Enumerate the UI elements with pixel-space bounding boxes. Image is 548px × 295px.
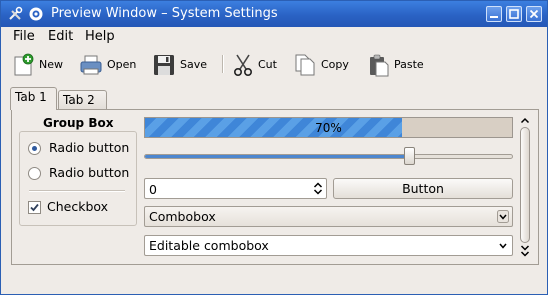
slider-fill: [145, 155, 410, 158]
copy-label: Copy: [321, 58, 349, 71]
radio-button-2-label[interactable]: Radio button: [49, 165, 129, 180]
save-floppy-icon: [154, 55, 174, 75]
new-label: New: [39, 58, 63, 71]
checkbox-label[interactable]: Checkbox: [47, 199, 108, 214]
minimize-icon: [490, 16, 498, 18]
checkmark-icon: [30, 203, 39, 212]
cut-button[interactable]: Cut: [231, 50, 281, 78]
group-box-title: Group Box: [41, 116, 116, 130]
menu-file[interactable]: File: [13, 29, 35, 44]
open-button[interactable]: Open: [79, 50, 141, 78]
maximize-button[interactable]: [506, 6, 522, 22]
tab-2[interactable]: Tab 2: [58, 90, 107, 110]
new-button[interactable]: New: [11, 50, 67, 78]
paste-clipboard-icon: [370, 54, 389, 77]
title-bar[interactable]: Preview Window – System Settings: [1, 1, 547, 27]
spin-arrows-icon[interactable]: [313, 180, 323, 197]
push-button[interactable]: Button: [333, 178, 513, 199]
menu-help[interactable]: Help: [85, 29, 115, 44]
combobox-value: Combobox: [149, 209, 216, 224]
toolbar-separator: [222, 55, 224, 73]
radio-button-1-label[interactable]: Radio button: [49, 140, 129, 155]
radio-button-2[interactable]: [28, 167, 41, 180]
spinbox-value[interactable]: 0: [149, 182, 157, 197]
scroll-up-icon[interactable]: [520, 116, 530, 125]
close-icon: [529, 9, 539, 19]
menu-edit[interactable]: Edit: [48, 29, 73, 44]
copy-button[interactable]: Copy: [293, 50, 353, 78]
scrollbar-thumb[interactable]: [520, 127, 530, 243]
tab-1[interactable]: Tab 1: [10, 87, 57, 110]
scissors-icon: [233, 54, 253, 77]
maximize-icon: [509, 9, 519, 19]
save-button[interactable]: Save: [152, 50, 212, 78]
group-separator: [29, 190, 125, 192]
progress-text: 70%: [315, 121, 342, 135]
progress-bar: 70%: [144, 117, 513, 138]
vertical-scrollbar[interactable]: [518, 116, 532, 259]
scroll-down-icon[interactable]: [520, 243, 530, 259]
window-title: Preview Window – System Settings: [51, 6, 278, 21]
toolbar: New Open Save Cut Copy Paste: [1, 47, 547, 81]
chevron-down-icon[interactable]: [497, 210, 509, 223]
editable-combobox-value[interactable]: Editable combobox: [149, 238, 269, 253]
cut-label: Cut: [258, 58, 277, 71]
kde-gear-icon[interactable]: [28, 6, 44, 22]
chevron-down-icon[interactable]: [497, 239, 509, 252]
spinbox[interactable]: 0: [144, 178, 327, 199]
tools-icon[interactable]: [7, 6, 23, 22]
menu-bar: File Edit Help: [1, 27, 547, 47]
new-document-icon: [14, 53, 34, 76]
preview-window: Preview Window – System Settings File Ed…: [0, 0, 548, 295]
radio-button-1[interactable]: [28, 142, 41, 155]
open-printer-icon: [80, 55, 102, 75]
paste-button[interactable]: Paste: [367, 50, 429, 78]
save-label: Save: [180, 58, 208, 71]
combobox[interactable]: Combobox: [144, 206, 513, 227]
slider-track[interactable]: [144, 154, 513, 159]
close-button[interactable]: [526, 6, 542, 22]
checkbox[interactable]: [28, 201, 41, 214]
minimize-button[interactable]: [486, 6, 502, 22]
paste-label: Paste: [394, 58, 424, 71]
copy-icon: [295, 54, 315, 76]
open-label: Open: [107, 58, 137, 71]
editable-combobox[interactable]: Editable combobox: [144, 235, 513, 256]
slider-handle[interactable]: [404, 147, 416, 165]
